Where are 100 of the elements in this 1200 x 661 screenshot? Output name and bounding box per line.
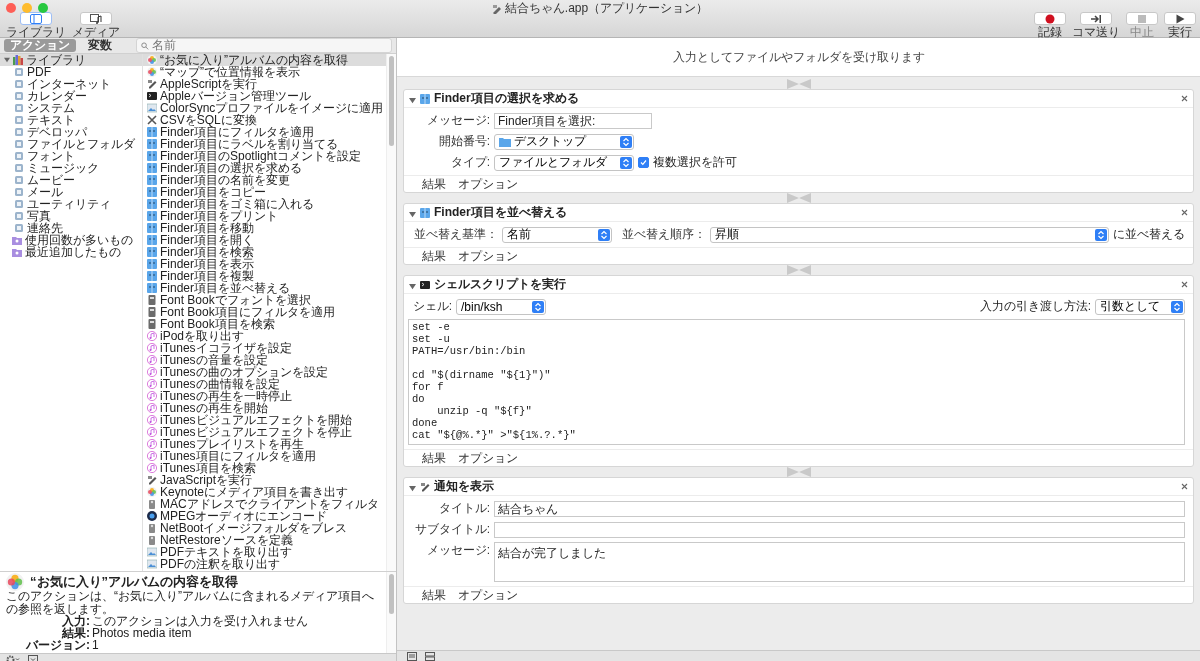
- library-item[interactable]: ファイルとフォルダ: [0, 138, 142, 150]
- action-item[interactable]: ColorSyncプロファイルをイメージに適用: [143, 102, 386, 114]
- action-item[interactable]: JavaScriptを実行: [143, 474, 386, 486]
- close-icon[interactable]: [1181, 281, 1188, 288]
- library-item[interactable]: 最近追加したもの: [0, 246, 142, 258]
- action-item[interactable]: iTunes項目にフィルタを適用: [143, 450, 386, 462]
- card-tab[interactable]: 結果: [422, 451, 446, 465]
- action-item[interactable]: PDFテキストを取り出す: [143, 546, 386, 558]
- action-item[interactable]: Font Book項目を検索: [143, 318, 386, 330]
- text-field[interactable]: 結合ちゃん: [494, 500, 1185, 517]
- action-item[interactable]: Finder項目にフィルタを適用: [143, 126, 386, 138]
- action-item[interactable]: Finder項目を開く: [143, 234, 386, 246]
- gear-icon[interactable]: [6, 654, 20, 661]
- text-field[interactable]: Finder項目を選択:: [494, 112, 652, 129]
- library-item[interactable]: 連絡先: [0, 222, 142, 234]
- library-item[interactable]: ミュージック: [0, 162, 142, 174]
- library-item[interactable]: 写真: [0, 210, 142, 222]
- split-view-icon[interactable]: [425, 651, 435, 661]
- popup-button[interactable]: /bin/ksh: [456, 298, 546, 315]
- library-item[interactable]: デベロッパ: [0, 126, 142, 138]
- action-item[interactable]: Finder項目を表示: [143, 258, 386, 270]
- library-item[interactable]: メール: [0, 186, 142, 198]
- action-item[interactable]: iTunesイコライザを設定: [143, 342, 386, 354]
- popup-button[interactable]: 名前: [502, 226, 612, 243]
- script-editor[interactable]: set -e set -u PATH=/usr/bin:/bin cd "$(dirname "${1}")" for f do unzip -q "${f}" done cat "${@%.*}" >"${1%.?.*}": [408, 319, 1185, 445]
- scrollbar-thumb[interactable]: [389, 574, 394, 614]
- action-item[interactable]: iTunesの曲情報を設定: [143, 378, 386, 390]
- close-icon[interactable]: [1181, 209, 1188, 216]
- action-item[interactable]: NetBootイメージフォルダをブレス: [143, 522, 386, 534]
- popup-button[interactable]: 引数として: [1095, 298, 1185, 315]
- toolbar-button[interactable]: 実行: [1164, 12, 1196, 39]
- library-item[interactable]: テキスト: [0, 114, 142, 126]
- action-item[interactable]: Finder項目のSpotlightコメントを設定: [143, 150, 386, 162]
- action-item[interactable]: MPEGオーディオにエンコード: [143, 510, 386, 522]
- library-item[interactable]: インターネット: [0, 78, 142, 90]
- action-item[interactable]: iTunesの再生を一時停止: [143, 390, 386, 402]
- close-icon[interactable]: [1181, 483, 1188, 490]
- action-item[interactable]: CSVをSQLに変換: [143, 114, 386, 126]
- search-input[interactable]: 名前: [151, 39, 387, 52]
- action-item[interactable]: Finder項目をゴミ箱に入れる: [143, 198, 386, 210]
- action-item[interactable]: NetRestoreソースを定義: [143, 534, 386, 546]
- action-item[interactable]: Appleバージョン管理ツール: [143, 90, 386, 102]
- disclosure-triangle-icon[interactable]: [4, 57, 10, 63]
- popup-button[interactable]: 昇順: [710, 226, 1109, 243]
- popup-button[interactable]: ファイルとフォルダ: [494, 154, 634, 171]
- close-icon[interactable]: [1181, 95, 1188, 102]
- popup-button[interactable]: デスクトップ: [494, 133, 634, 150]
- library-item[interactable]: ユーティリティ: [0, 198, 142, 210]
- disclosure-triangle-icon[interactable]: [409, 210, 416, 218]
- scrollbar-thumb[interactable]: [389, 56, 394, 146]
- panel-toggle-icon[interactable]: [28, 654, 38, 661]
- action-item[interactable]: Font Bookでフォントを選択: [143, 294, 386, 306]
- action-item[interactable]: iTunesの音量を設定: [143, 354, 386, 366]
- card-tab[interactable]: オプション: [458, 451, 518, 465]
- list-view-icon[interactable]: [407, 651, 417, 661]
- message-field[interactable]: 結合が完了しました: [494, 542, 1185, 582]
- card-tab[interactable]: オプション: [458, 588, 518, 602]
- library-item[interactable]: システム: [0, 102, 142, 114]
- action-item[interactable]: AppleScriptを実行: [143, 78, 386, 90]
- library-item[interactable]: 使用回数が多いもの: [0, 234, 142, 246]
- action-item[interactable]: PDFの注釈を取り出す: [143, 558, 386, 570]
- card-tab[interactable]: 結果: [422, 588, 446, 602]
- action-item[interactable]: Finder項目の選択を求める: [143, 162, 386, 174]
- action-item[interactable]: Finder項目をプリント: [143, 210, 386, 222]
- disclosure-triangle-icon[interactable]: [409, 282, 416, 290]
- search-field[interactable]: 名前: [136, 38, 392, 53]
- action-item[interactable]: iTunes項目を検索: [143, 462, 386, 474]
- library-item[interactable]: ムービー: [0, 174, 142, 186]
- disclosure-triangle-icon[interactable]: [409, 484, 416, 492]
- action-item[interactable]: Finder項目を移動: [143, 222, 386, 234]
- action-item[interactable]: Finder項目をコピー: [143, 186, 386, 198]
- action-item[interactable]: Font Book項目にフィルタを適用: [143, 306, 386, 318]
- action-item[interactable]: Finder項目を複製: [143, 270, 386, 282]
- action-item[interactable]: iTunesビジュアルエフェクトを停止: [143, 426, 386, 438]
- card-tab[interactable]: 結果: [422, 249, 446, 263]
- action-item[interactable]: “お気に入り”アルバムの内容を取得: [143, 54, 386, 66]
- action-item[interactable]: iTunesビジュアルエフェクトを開始: [143, 414, 386, 426]
- action-item[interactable]: MACアドレスでクライアントをフィルタ: [143, 498, 386, 510]
- action-item[interactable]: iTunesの曲のオプションを設定: [143, 366, 386, 378]
- text-field[interactable]: [494, 521, 1185, 538]
- action-item[interactable]: Finder項目を並べ替える: [143, 282, 386, 294]
- card-tab[interactable]: 結果: [422, 177, 446, 191]
- library-item[interactable]: PDF: [0, 66, 142, 78]
- toolbar-button[interactable]: 記録: [1034, 12, 1066, 39]
- card-tab[interactable]: オプション: [458, 177, 518, 191]
- action-item[interactable]: Finder項目を検索: [143, 246, 386, 258]
- disclosure-triangle-icon[interactable]: [409, 96, 416, 104]
- tab[interactable]: 変数: [82, 39, 118, 52]
- action-item[interactable]: iTunesプレイリストを再生: [143, 438, 386, 450]
- library-item[interactable]: ライブラリ: [0, 54, 142, 66]
- action-item[interactable]: “マップ”で位置情報を表示: [143, 66, 386, 78]
- action-item[interactable]: Finder項目の名前を変更: [143, 174, 386, 186]
- checkbox[interactable]: [638, 157, 649, 168]
- action-item[interactable]: Finder項目にラベルを割り当てる: [143, 138, 386, 150]
- card-tab[interactable]: オプション: [458, 249, 518, 263]
- library-item[interactable]: カレンダー: [0, 90, 142, 102]
- action-item[interactable]: Keynoteにメディア項目を書き出す: [143, 486, 386, 498]
- action-item[interactable]: iTunesの再生を開始: [143, 402, 386, 414]
- action-item[interactable]: iPodを取り出す: [143, 330, 386, 342]
- library-item[interactable]: フォント: [0, 150, 142, 162]
